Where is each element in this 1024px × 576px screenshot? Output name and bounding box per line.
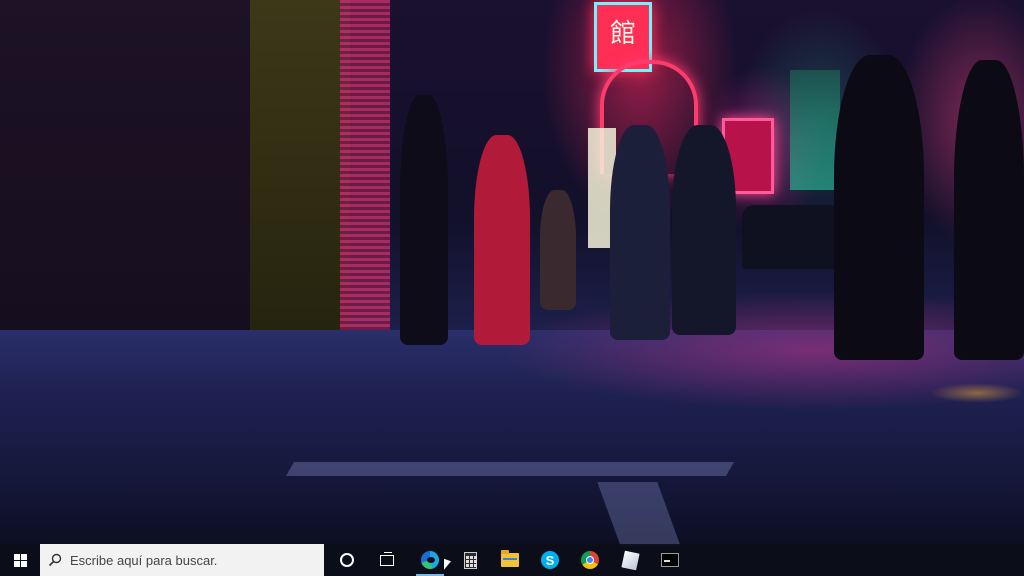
search-icon xyxy=(40,553,70,567)
wallpaper-person xyxy=(540,190,576,310)
wallpaper-car xyxy=(742,205,840,269)
windows-logo-icon xyxy=(13,553,27,567)
start-button[interactable] xyxy=(0,544,40,576)
wallpaper-person xyxy=(954,60,1024,360)
skype-taskbar-button[interactable]: S xyxy=(530,544,570,576)
wallpaper-puddle xyxy=(930,383,1024,403)
task-view-icon xyxy=(380,551,394,566)
chrome-taskbar-button[interactable] xyxy=(570,544,610,576)
wallpaper-building-wall xyxy=(250,0,350,330)
calculator-taskbar-button[interactable] xyxy=(450,544,490,576)
skype-icon: S xyxy=(541,551,559,569)
wallpaper-person xyxy=(672,125,736,335)
command-prompt-taskbar-button[interactable] xyxy=(650,544,690,576)
cortana-button[interactable] xyxy=(327,544,367,576)
cortana-circle-icon xyxy=(340,553,354,567)
terminal-icon xyxy=(661,553,679,567)
taskbar-search-box[interactable]: Escribe aquí para buscar. xyxy=(40,544,324,576)
taskbar: Escribe aquí para buscar. S xyxy=(0,544,1024,576)
calculator-icon xyxy=(463,551,477,569)
folder-icon xyxy=(501,550,519,567)
chrome-icon xyxy=(581,551,599,569)
notes-taskbar-button[interactable] xyxy=(610,544,650,576)
wallpaper-person xyxy=(610,125,670,340)
wallpaper-person xyxy=(400,95,448,345)
mouse-cursor-icon xyxy=(444,558,451,573)
wallpaper-neon-shutter xyxy=(340,0,390,350)
search-placeholder: Escribe aquí para buscar. xyxy=(70,552,218,568)
note-icon xyxy=(620,550,640,570)
wallpaper-person xyxy=(834,55,924,360)
task-view-button[interactable] xyxy=(367,544,407,576)
wallpaper-crosswalk xyxy=(285,462,735,476)
file-explorer-taskbar-button[interactable] xyxy=(490,544,530,576)
wallpaper-green-window xyxy=(790,70,840,190)
wallpaper-sign-text: 館 xyxy=(609,19,636,49)
wallpaper-person xyxy=(474,135,530,345)
desktop-wallpaper: 館 xyxy=(0,0,1024,546)
edge-icon xyxy=(421,551,439,569)
